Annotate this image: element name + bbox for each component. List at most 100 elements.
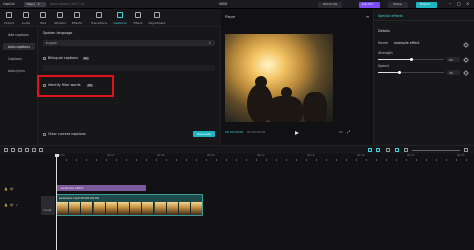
eye-icon[interactable]: 👁 xyxy=(10,188,14,191)
select-icon[interactable] xyxy=(4,148,8,152)
playhead[interactable] xyxy=(54,154,59,250)
ratio-icon[interactable]: ▭ xyxy=(339,130,343,134)
tool-stickers[interactable]: Stickers xyxy=(53,11,67,26)
sidebar-item-auto-captions[interactable]: Auto captions xyxy=(3,43,35,50)
export-label: Export xyxy=(420,2,430,7)
clip-thumbnail xyxy=(191,202,202,215)
keyframe-icon[interactable] xyxy=(463,42,469,48)
tool-text[interactable]: Text xyxy=(36,11,50,26)
highlight-box xyxy=(37,75,114,97)
ruler-tick xyxy=(436,159,437,161)
clip-thumbnail xyxy=(142,202,155,215)
split-icon[interactable] xyxy=(25,148,29,152)
clip-thumbnail xyxy=(57,202,69,215)
crop-icon[interactable] xyxy=(39,148,43,152)
silhouette xyxy=(267,96,303,122)
name-value: example effect xyxy=(394,41,420,45)
adjustment-icon xyxy=(154,12,160,18)
shortcuts-button[interactable]: Shortcuts xyxy=(318,2,342,8)
bilingual-language-select[interactable] xyxy=(43,65,215,71)
total-time: 00:00:09:00 xyxy=(247,130,266,134)
zoom-in-icon[interactable] xyxy=(464,148,468,152)
capcut-window: CapCut Menu ▾ Auto caption 0607-01 0608 … xyxy=(0,0,474,250)
cover-button[interactable]: Cover xyxy=(41,196,55,215)
ruler-tick xyxy=(326,159,327,161)
menu-label: Menu xyxy=(27,2,36,6)
bilingual-checkbox[interactable] xyxy=(43,57,46,60)
audio-icon[interactable]: ♪ xyxy=(16,204,18,207)
strength-slider[interactable] xyxy=(378,58,444,61)
menu-button[interactable]: Menu ▾ xyxy=(24,2,46,7)
ruler-tick xyxy=(256,159,257,161)
player-panel: Player ≡ 00:00:00:00 00:00:09:00 ▭ ⤢ xyxy=(221,9,374,145)
keyframe-icon[interactable] xyxy=(463,56,469,63)
silhouette xyxy=(255,76,267,88)
clear-captions-label: Clear current captions xyxy=(48,132,86,136)
tool-label: Text xyxy=(39,21,47,25)
sidebar-item-auto-lyrics[interactable]: Auto lyrics xyxy=(3,67,35,74)
timeline-toolbar xyxy=(0,146,474,154)
clear-captions-checkbox[interactable] xyxy=(43,133,46,136)
delete-icon[interactable] xyxy=(32,148,36,152)
ruler-tick xyxy=(76,159,77,161)
strength-input[interactable]: 50 xyxy=(447,57,460,62)
join-pro-button[interactable]: Join Pro xyxy=(359,2,380,8)
ruler-tick xyxy=(466,159,467,161)
minimize-icon[interactable]: – xyxy=(449,2,451,6)
close-icon[interactable]: × xyxy=(466,2,469,6)
properties-panel: Special effects Details Name example eff… xyxy=(374,9,474,145)
play-icon[interactable] xyxy=(295,131,299,135)
keyframe-icon[interactable] xyxy=(463,69,469,76)
ruler-tick xyxy=(126,159,127,161)
more-icon[interactable]: ≡ xyxy=(366,15,369,19)
playhead-handle[interactable] xyxy=(54,154,59,157)
ruler-tick xyxy=(416,159,417,161)
speed-knob[interactable] xyxy=(398,71,402,74)
link-icon[interactable] xyxy=(376,148,380,152)
tool-audio[interactable]: Audio xyxy=(19,11,33,26)
tool-effects[interactable]: Effects xyxy=(70,11,84,26)
sidebar-item-add-captions[interactable]: Add captions xyxy=(3,31,35,38)
eye-icon[interactable]: 👁 xyxy=(10,204,14,207)
ruler-label: 00:18 xyxy=(357,154,365,157)
captions-sidebar: Add captions Auto captions Captions Auto… xyxy=(0,27,38,145)
ruler-tick xyxy=(346,159,347,161)
effect-clip[interactable]: example effect xyxy=(56,185,146,191)
speed-input[interactable]: 33 xyxy=(447,70,460,75)
lock-icon[interactable]: 🔒 xyxy=(4,188,8,191)
sidebar-item-captions[interactable]: Captions xyxy=(3,55,35,62)
tool-adjustment[interactable]: Adjustment xyxy=(147,11,167,26)
fullscreen-icon[interactable]: ⤢ xyxy=(347,130,350,134)
lock-icon[interactable]: 🔒 xyxy=(4,204,8,207)
tool-transitions[interactable]: Transitions xyxy=(90,11,108,26)
language-select[interactable]: English ▾ xyxy=(43,40,215,46)
media-toolbar: Import Audio Text Stickers Effects Trans… xyxy=(0,9,222,27)
strength-knob[interactable] xyxy=(409,58,413,61)
export-button[interactable]: Export xyxy=(416,2,437,8)
tool-label: Audio xyxy=(21,21,31,25)
preview-axis-icon[interactable] xyxy=(386,148,390,152)
tool-filters[interactable]: Filters xyxy=(131,11,145,26)
ruler-tick xyxy=(396,159,397,161)
time-ruler: 00:00 00:03 00:06 00:09 00:12 00:15 00:18 00:21… xyxy=(56,154,474,161)
speed-slider[interactable] xyxy=(378,71,444,74)
generate-button[interactable]: Generate xyxy=(193,131,215,137)
snap-icon[interactable] xyxy=(395,148,399,152)
undo-icon[interactable] xyxy=(11,148,15,152)
zoom-slider[interactable] xyxy=(412,150,460,151)
share-button[interactable]: Share xyxy=(388,2,408,8)
player-title: Player xyxy=(225,15,236,19)
tool-captions[interactable]: Captions xyxy=(112,11,128,26)
tool-import[interactable]: Import xyxy=(2,11,16,26)
maximize-icon[interactable]: □ xyxy=(457,2,461,6)
tab-special-effects[interactable]: Special effects xyxy=(378,14,403,18)
ruler-tick xyxy=(86,159,87,161)
zoom-out-icon[interactable] xyxy=(404,148,408,152)
redo-icon[interactable] xyxy=(18,148,22,152)
ruler-tick xyxy=(286,159,287,161)
magnet-icon[interactable] xyxy=(368,148,372,152)
ruler-tick xyxy=(116,159,117,161)
ruler-tick xyxy=(166,159,167,161)
video-clip[interactable]: example.mp4 00:00:09:00 xyxy=(56,194,203,216)
effects-icon xyxy=(74,12,80,18)
